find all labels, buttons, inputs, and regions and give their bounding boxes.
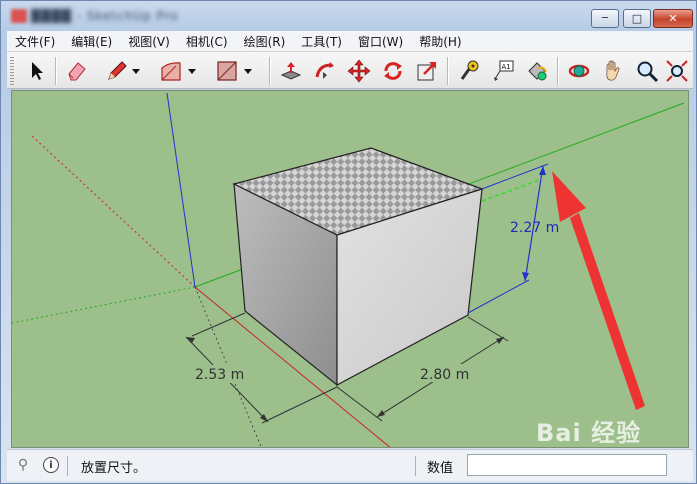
text-tool-button[interactable]: A1 [489,57,517,85]
scale-icon [417,62,436,81]
pencil-dropdown[interactable] [129,57,143,85]
tape-measure-tool-button[interactable] [455,57,483,85]
zoom-extents-icon [666,60,688,82]
status-divider [415,456,416,476]
pan-tool-button[interactable] [599,57,627,85]
chevron-down-icon [188,69,196,74]
minimize-icon: ─ [601,13,609,24]
toolbar-separator [557,57,559,85]
text-label-icon: A1 [494,60,514,81]
model-scene: 2.27 m 2.53 m 2.80 m [12,92,685,447]
depth-extension-right [467,316,509,342]
close-icon: ✕ [668,12,678,25]
toolbar-separator [55,57,57,85]
zoom-tool-button[interactable] [633,57,661,85]
pan-hand-icon [606,60,620,81]
paint-bucket-icon [528,62,547,81]
menu-draw[interactable]: 绘图(R) [236,33,294,50]
rectangle-tool-button[interactable] [213,57,241,85]
width-extension-left [191,312,246,337]
geo-location-icon[interactable]: ⚲ [15,457,31,473]
annotation-arrowhead [552,171,586,222]
close-button[interactable]: ✕ [653,9,693,28]
window-title: ████ - SketchUp Pro [31,9,179,23]
title-bar[interactable]: ████ - SketchUp Pro ─ □ ✕ [1,1,697,31]
baidu-watermark-url: jingyan.baidu.com [541,453,643,466]
pencil-tool-button[interactable] [103,57,131,85]
follow-me-tool-button[interactable] [311,57,339,85]
toolbar-grip[interactable] [10,57,14,85]
maximize-icon: □ [631,12,643,25]
height-arrowhead-bottom [522,272,529,281]
menu-help[interactable]: 帮助(H) [411,33,469,50]
menu-edit[interactable]: 编辑(E) [63,33,120,50]
depth-extension-left [336,386,383,422]
width-dimension-label[interactable]: 2.53 m [195,367,244,383]
baidu-watermark: Bai 经验 [536,419,642,447]
height-extension-top [481,163,549,190]
rectangle-icon [217,61,237,81]
status-message: 放置尺寸。 [81,461,147,476]
minimize-button[interactable]: ─ [591,9,619,28]
pencil-icon [108,61,127,80]
rotate-icon [384,62,402,80]
push-pull-icon [280,62,302,80]
move-arrows-icon [347,59,371,83]
green-axis-negative [12,286,196,324]
depth-arrowhead [496,337,504,344]
depth-dimension-label[interactable]: 2.80 m [420,367,469,383]
sketchup-window: ████ - SketchUp Pro ─ □ ✕ 文件(F) 编辑(E) 视图… [0,0,697,484]
push-pull-tool-button[interactable] [277,57,305,85]
move-tool-button[interactable] [345,57,373,85]
toolbar-separator [269,57,271,85]
menu-bar: 文件(F) 编辑(E) 视图(V) 相机(C) 绘图(R) 工具(T) 窗口(W… [7,31,693,51]
menu-window[interactable]: 窗口(W) [350,33,411,50]
zoom-extents-tool-button[interactable] [663,57,691,85]
eraser-tool-button[interactable] [63,57,91,85]
text-tool-label: A1 [502,63,511,71]
orbit-tool-button[interactable] [565,57,593,85]
menu-file[interactable]: 文件(F) [7,33,63,50]
chevron-down-icon [244,69,252,74]
chevron-down-icon [132,69,140,74]
measurements-label: 数值 [427,461,454,476]
zoom-magnifier-icon [637,61,659,83]
paint-bucket-tool-button[interactable] [523,57,551,85]
rectangle-dropdown[interactable] [241,57,255,85]
width-extension-right [261,386,338,424]
arc-tool-button[interactable] [157,57,185,85]
arc-icon [161,62,181,81]
inference-guide-green [481,178,543,202]
scale-tool-button[interactable] [413,57,441,85]
app-icon [11,9,27,23]
arc-dropdown[interactable] [185,57,199,85]
annotation-arrow-shaft [570,213,645,410]
height-dimension-label[interactable]: 2.27 m [510,220,559,236]
select-arrow-icon [32,62,43,80]
info-icon[interactable]: i [43,457,59,473]
tape-measure-icon [460,60,479,80]
main-toolbar: A1 [7,51,693,89]
blue-axis [166,92,196,288]
status-divider [67,456,68,476]
menu-tools[interactable]: 工具(T) [293,33,350,50]
depth-arrowhead [377,410,385,417]
drawing-viewport[interactable]: 2.27 m 2.53 m 2.80 m [11,90,689,448]
orbit-icon [568,64,590,78]
eraser-icon [68,62,86,81]
menu-camera[interactable]: 相机(C) [178,33,236,50]
select-tool-button[interactable] [23,57,51,85]
red-axis-negative [31,135,196,288]
maximize-button[interactable]: □ [623,9,651,28]
menu-view[interactable]: 视图(V) [120,33,178,50]
height-extension-bottom [467,279,530,314]
rotate-tool-button[interactable] [379,57,407,85]
follow-me-icon [315,62,334,79]
toolbar-separator [447,57,449,85]
